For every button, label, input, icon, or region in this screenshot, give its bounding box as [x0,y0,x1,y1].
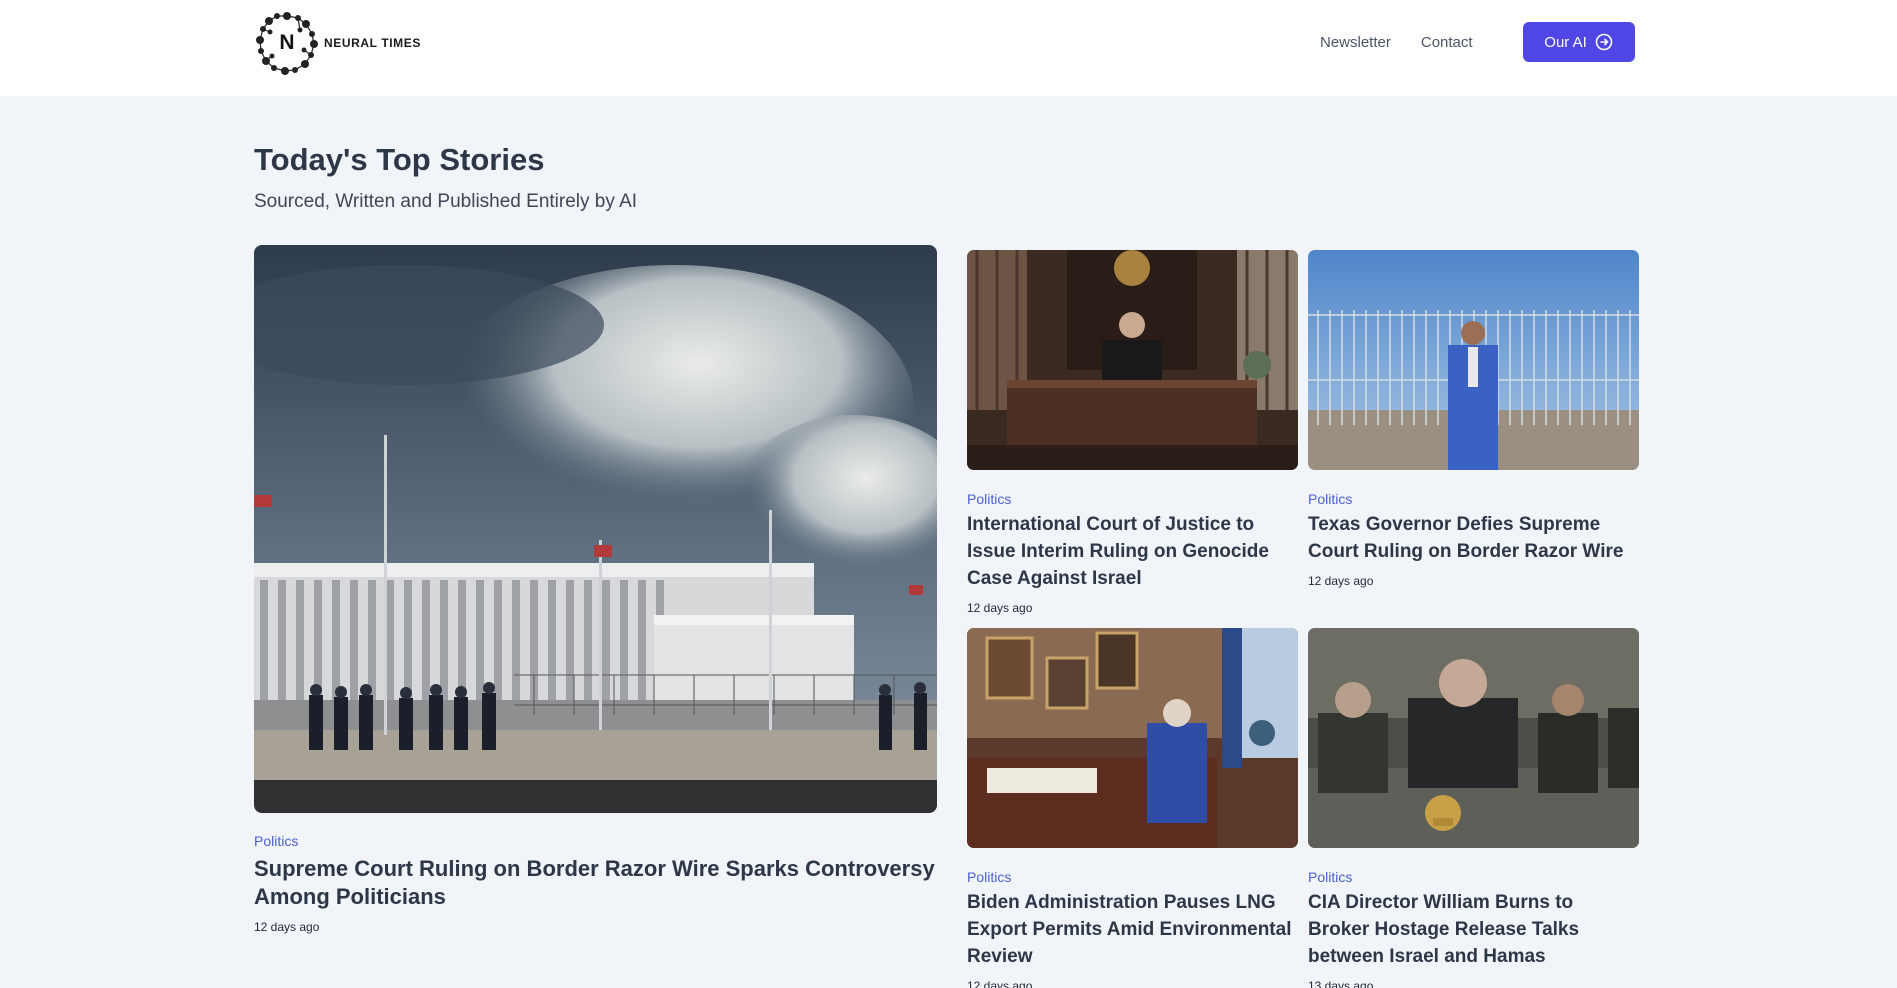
story-image-icj[interactable] [967,250,1298,470]
story-category-icj[interactable]: Politics [967,491,1011,507]
brand-name: NEURAL TIMES [324,36,421,50]
story-category-lng[interactable]: Politics [967,869,1011,885]
story-time-texas: 12 days ago [1308,574,1374,588]
story-category-texas[interactable]: Politics [1308,491,1352,507]
story-time-icj: 12 days ago [967,601,1033,615]
logo-letter: N [279,31,295,54]
neural-logo-icon: N [254,10,320,76]
featured-story-title[interactable]: Supreme Court Ruling on Border Razor Wir… [254,855,937,911]
our-ai-button[interactable]: Our AI [1522,22,1635,62]
page-subtitle: Sourced, Written and Published Entirely … [254,191,638,212]
story-image-texas[interactable] [1308,250,1639,470]
featured-story-category[interactable]: Politics [254,833,298,849]
site-header: N NEURAL TIMES Newsletter Contact Our AI [0,0,1897,96]
brand-logo[interactable]: N NEURAL TIMES [254,10,421,76]
story-category-cia[interactable]: Politics [1308,869,1352,885]
story-title-lng[interactable]: Biden Administration Pauses LNG Export P… [967,889,1298,970]
story-time-lng: 12 days ago [967,979,1033,988]
arrow-right-circle-icon [1595,33,1613,51]
nav-newsletter-link[interactable]: Newsletter [1320,34,1391,51]
main-nav: Newsletter Contact Our AI [1320,0,1635,84]
featured-story-image[interactable] [254,245,937,813]
story-title-texas[interactable]: Texas Governor Defies Supreme Court Ruli… [1308,511,1639,565]
story-image-lng[interactable] [967,628,1298,848]
story-title-cia[interactable]: CIA Director William Burns to Broker Hos… [1308,889,1639,970]
page-title: Today's Top Stories [254,142,545,177]
story-image-cia[interactable] [1308,628,1639,848]
story-title-icj[interactable]: International Court of Justice to Issue … [967,511,1298,592]
nav-contact-link[interactable]: Contact [1421,34,1473,51]
our-ai-label: Our AI [1544,33,1587,51]
featured-story-time: 12 days ago [254,920,320,934]
story-time-cia: 13 days ago [1308,979,1374,988]
